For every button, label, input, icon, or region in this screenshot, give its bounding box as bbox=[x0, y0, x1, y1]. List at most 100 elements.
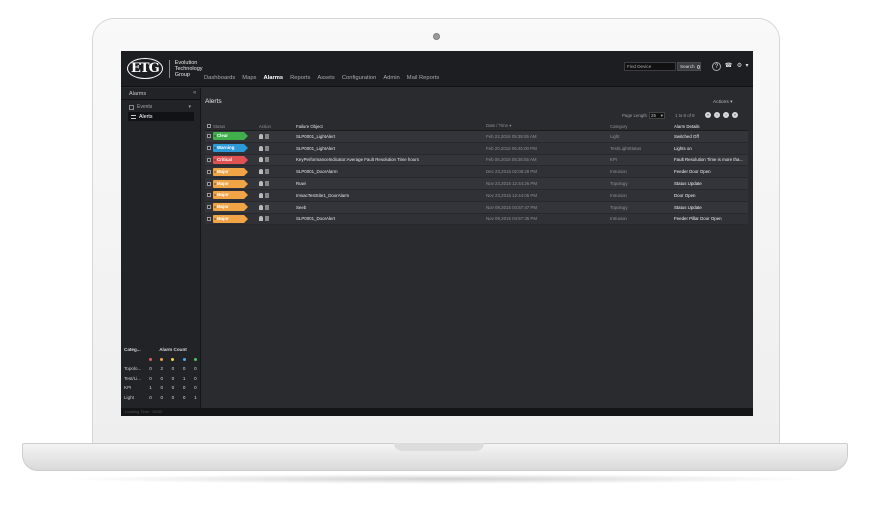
table-row[interactable]: Major Seeb Nov 09,2015 04:57:47 PM Topology… bbox=[205, 201, 748, 214]
count-cell[interactable]: 2 bbox=[156, 364, 167, 374]
count-cell[interactable]: 1 bbox=[145, 383, 156, 393]
failure-object[interactable]: SLP0001_LightAlert bbox=[296, 146, 486, 151]
nav-mail-reports[interactable]: Mail Reports bbox=[407, 75, 440, 81]
nav-alarms[interactable]: Alarms bbox=[263, 75, 283, 81]
prev-page-icon[interactable]: ‹ bbox=[714, 112, 720, 118]
help-icon[interactable]: ? bbox=[712, 62, 721, 71]
brand-logo[interactable]: ETG Evolution Technology Group bbox=[127, 58, 215, 79]
page-length-select[interactable]: 25 ▾ bbox=[649, 111, 665, 119]
count-row[interactable]: KPI 1 0 0 0 0 bbox=[121, 383, 201, 393]
next-page-icon[interactable]: › bbox=[723, 112, 729, 118]
severity-badge[interactable]: Major bbox=[213, 191, 248, 200]
count-cell[interactable]: 0 bbox=[145, 364, 156, 374]
note-icon[interactable] bbox=[265, 204, 269, 210]
nav-configuration[interactable]: Configuration bbox=[342, 75, 376, 81]
count-cell[interactable]: 0 bbox=[156, 383, 167, 393]
assign-user-icon[interactable] bbox=[259, 192, 263, 198]
failure-object[interactable]: Ruwi bbox=[296, 181, 486, 186]
severity-badge[interactable]: Major bbox=[213, 203, 248, 212]
count-cell[interactable]: 0 bbox=[145, 393, 156, 403]
count-cell[interactable]: 1 bbox=[179, 374, 190, 384]
count-cell[interactable]: 0 bbox=[179, 383, 190, 393]
count-cell[interactable]: 0 bbox=[167, 364, 178, 374]
select-all-checkbox[interactable] bbox=[207, 124, 211, 128]
sidebar-item-alerts[interactable]: Alerts bbox=[128, 112, 194, 121]
table-row[interactable]: Clear SLP0001_LightAlert Feb 22,2016 05:35… bbox=[205, 131, 748, 143]
count-cell[interactable]: 0 bbox=[190, 383, 201, 393]
nav-reports[interactable]: Reports bbox=[290, 75, 310, 81]
row-checkbox[interactable] bbox=[207, 216, 211, 221]
count-cell[interactable]: 1 bbox=[190, 393, 201, 403]
nav-admin[interactable]: Admin bbox=[383, 75, 399, 81]
failure-object[interactable]: SLP0001_LightAlert bbox=[296, 134, 486, 139]
row-checkbox[interactable] bbox=[207, 134, 211, 139]
assign-user-icon[interactable] bbox=[259, 216, 263, 222]
failure-object[interactable]: KeyPerformanceIndicator:Average Fault Re… bbox=[296, 157, 486, 162]
failure-object[interactable]: SLP0001_DoorAlert bbox=[296, 216, 486, 221]
note-icon[interactable] bbox=[265, 181, 269, 187]
severity-badge[interactable]: Critical bbox=[213, 155, 248, 164]
severity-badge[interactable]: Major bbox=[213, 179, 248, 188]
actions-menu[interactable]: Actions ▾ bbox=[713, 100, 733, 105]
col-alarm-details[interactable]: Alarm Details bbox=[674, 124, 748, 129]
count-cell[interactable]: 0 bbox=[156, 374, 167, 384]
collapse-icon[interactable]: « bbox=[193, 90, 196, 96]
failure-object[interactable]: ImsacTestSite1_DoorAlarm bbox=[296, 193, 486, 198]
note-icon[interactable] bbox=[265, 216, 269, 222]
note-icon[interactable] bbox=[265, 133, 269, 139]
assign-user-icon[interactable] bbox=[259, 157, 263, 163]
row-checkbox[interactable] bbox=[207, 146, 211, 151]
failure-object[interactable]: SLP0001_DoorAlarm bbox=[296, 169, 486, 174]
table-row[interactable]: Major Ruwi Nov 23,2015 12:44:26 PM Topology… bbox=[205, 178, 748, 190]
nav-dashboards[interactable]: Dashboards bbox=[204, 75, 235, 81]
table-row[interactable]: Major ImsacTestSite1_DoorAlarm Nov 23,2015… bbox=[205, 189, 748, 202]
first-page-icon[interactable]: « bbox=[705, 112, 711, 118]
failure-object[interactable]: Seeb bbox=[296, 205, 486, 210]
col-category[interactable]: Category bbox=[610, 124, 674, 129]
count-cell[interactable]: 0 bbox=[179, 364, 190, 374]
table-row[interactable]: Warning SLP0001_LightAlert Feb 20,2016 05:… bbox=[205, 142, 748, 155]
assign-user-icon[interactable] bbox=[259, 181, 263, 187]
count-row[interactable]: Test/Li... 0 0 0 1 0 bbox=[121, 374, 201, 384]
col-status[interactable]: Status bbox=[205, 124, 259, 129]
note-icon[interactable] bbox=[265, 169, 269, 175]
last-page-icon[interactable]: » bbox=[732, 112, 738, 118]
row-checkbox[interactable] bbox=[207, 205, 211, 210]
table-row[interactable]: Major SLP0001_DoorAlert Nov 09,2015 04:57:… bbox=[205, 213, 748, 226]
table-row[interactable]: Major SLP0001_DoorAlarm Dec 23,2015 02:08:… bbox=[205, 166, 748, 179]
count-cell[interactable]: 0 bbox=[167, 374, 178, 384]
sidebar-item-events[interactable]: Events ▾ bbox=[129, 103, 191, 111]
severity-badge[interactable]: Clear bbox=[213, 132, 248, 141]
assign-user-icon[interactable] bbox=[259, 169, 263, 175]
search-button[interactable]: Search bbox=[677, 62, 701, 71]
severity-badge[interactable]: Major bbox=[213, 214, 248, 223]
row-checkbox[interactable] bbox=[207, 169, 211, 174]
col-date-time[interactable]: Date / Time ▾ bbox=[486, 123, 610, 129]
count-row[interactable]: Light 0 0 0 0 1 bbox=[121, 393, 201, 403]
severity-badge[interactable]: Major bbox=[213, 167, 248, 176]
phone-icon[interactable]: ☎ bbox=[724, 62, 733, 71]
count-cell[interactable]: 0 bbox=[167, 393, 178, 403]
note-icon[interactable] bbox=[265, 145, 269, 151]
row-checkbox[interactable] bbox=[207, 181, 211, 186]
count-row[interactable]: Topolo... 0 2 0 0 0 bbox=[121, 364, 201, 374]
count-cell[interactable]: 0 bbox=[156, 393, 167, 403]
count-cell[interactable]: 0 bbox=[190, 364, 201, 374]
severity-badge[interactable]: Warning bbox=[213, 144, 248, 153]
nav-assets[interactable]: Assets bbox=[317, 75, 334, 81]
count-cell[interactable]: 0 bbox=[190, 374, 201, 384]
count-cell[interactable]: 0 bbox=[145, 374, 156, 384]
row-checkbox[interactable] bbox=[207, 157, 211, 162]
count-cell[interactable]: 0 bbox=[179, 393, 190, 403]
find-device-input[interactable]: Find Device bbox=[624, 62, 676, 71]
nav-maps[interactable]: Maps bbox=[242, 75, 256, 81]
note-icon[interactable] bbox=[265, 157, 269, 163]
row-checkbox[interactable] bbox=[207, 193, 211, 198]
table-row[interactable]: Critical KeyPerformanceIndicator:Average … bbox=[205, 154, 748, 167]
settings-icon[interactable]: ⚙ bbox=[735, 62, 744, 71]
col-failure-object[interactable]: Failure Object bbox=[296, 124, 486, 129]
assign-user-icon[interactable] bbox=[259, 133, 263, 139]
chevron-down-icon[interactable]: ▾ bbox=[744, 62, 750, 71]
note-icon[interactable] bbox=[265, 192, 269, 198]
count-cell[interactable]: 0 bbox=[167, 383, 178, 393]
